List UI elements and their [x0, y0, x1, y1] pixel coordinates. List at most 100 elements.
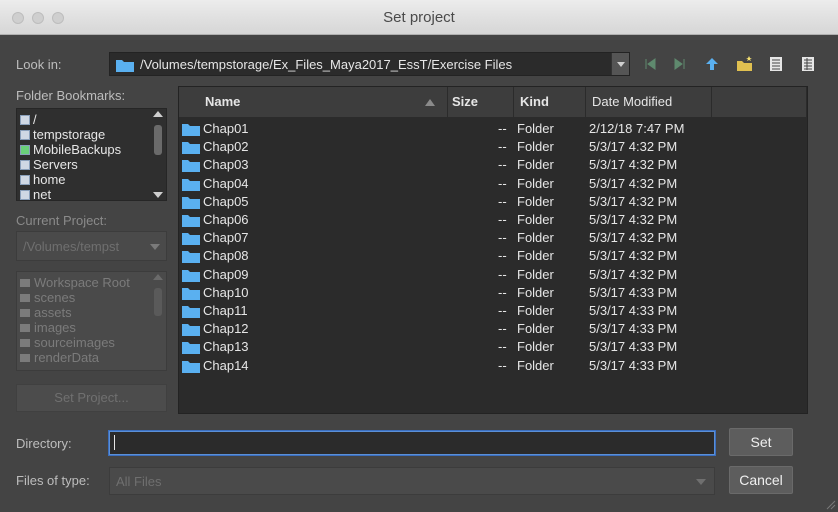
file-size: -- — [498, 248, 507, 264]
file-date-modified: 5/3/17 4:32 PM — [589, 157, 678, 173]
file-row[interactable]: Chap06 -- Folder 5/3/17 4:32 PM — [179, 211, 807, 229]
file-date-modified: 5/3/17 4:32 PM — [589, 266, 678, 282]
column-header-kind[interactable]: Kind — [514, 87, 586, 117]
look-in-dropdown-arrow[interactable] — [611, 53, 629, 75]
file-list[interactable]: Name Size Kind Date Modified Chap01 -- Fol… — [178, 86, 808, 414]
files-of-type-label: Files of type: — [16, 473, 90, 488]
file-size: -- — [498, 357, 507, 373]
folder-icon — [20, 278, 30, 287]
file-row[interactable]: Chap12 -- Folder 5/3/17 4:33 PM — [179, 320, 807, 338]
current-project-value: /Volumes/tempst — [23, 239, 120, 254]
bookmark-item[interactable]: net — [17, 187, 166, 200]
file-size: -- — [498, 321, 507, 337]
folder-icon — [182, 306, 200, 318]
file-size: -- — [498, 193, 507, 209]
file-kind: Folder — [517, 321, 554, 337]
file-size: -- — [498, 339, 507, 355]
chevron-down-icon — [150, 244, 160, 250]
bookmark-label: / — [33, 112, 37, 127]
folder-icon — [182, 324, 200, 337]
bookmark-label: home — [33, 172, 66, 187]
file-size: -- — [498, 121, 507, 136]
folder-icon — [182, 269, 200, 282]
workspace-item: Workspace Root — [17, 275, 166, 290]
file-row[interactable]: Chap11 -- Folder 5/3/17 4:33 PM — [179, 302, 807, 320]
bookmark-item[interactable]: / — [17, 112, 166, 127]
file-name: Chap11 — [203, 303, 248, 318]
file-name: Chap14 — [203, 357, 249, 373]
file-kind: Folder — [517, 339, 554, 355]
workspace-item-label: renderData — [34, 350, 100, 365]
file-date-modified: 5/3/17 4:33 PM — [589, 357, 678, 373]
file-row[interactable]: Chap09 -- Folder 5/3/17 4:32 PM — [179, 266, 807, 284]
file-row[interactable]: Chap14 -- Folder 5/3/17 4:33 PM — [179, 357, 807, 375]
files-of-type-value: All Files — [116, 474, 162, 489]
file-date-modified: 5/3/17 4:33 PM — [589, 339, 678, 355]
file-kind: Folder — [517, 230, 554, 246]
look-in-label: Look in: — [16, 57, 62, 72]
bookmark-item[interactable]: home — [17, 172, 166, 187]
folder-icon — [20, 293, 30, 302]
file-date-modified: 5/3/17 4:33 PM — [589, 321, 678, 337]
scroll-up-icon — [153, 274, 163, 280]
bookmarks-scrollbar[interactable] — [152, 111, 164, 198]
file-row[interactable]: Chap07 -- Folder 5/3/17 4:32 PM — [179, 229, 807, 247]
parent-directory-icon[interactable] — [702, 54, 722, 74]
backup-drive-icon — [20, 144, 30, 155]
bookmark-item[interactable]: tempstorage — [17, 127, 166, 142]
file-row[interactable]: Chap03 -- Folder 5/3/17 4:32 PM — [179, 156, 807, 174]
resize-grip-icon[interactable] — [824, 498, 836, 510]
file-kind: Folder — [517, 248, 554, 264]
scroll-thumb[interactable] — [154, 125, 162, 155]
look-in-path: /Volumes/tempstorage/Ex_Files_Maya2017_E… — [140, 57, 513, 72]
forward-icon[interactable] — [670, 54, 690, 74]
file-kind: Folder — [517, 121, 554, 136]
set-project-button: Set Project... — [16, 384, 167, 412]
file-name: Chap07 — [203, 230, 249, 246]
bookmark-item[interactable]: MobileBackups — [17, 142, 166, 157]
folder-icon — [182, 360, 200, 373]
set-button[interactable]: Set — [729, 428, 793, 456]
drive-icon — [20, 129, 30, 140]
cancel-button[interactable]: Cancel — [729, 466, 793, 494]
file-name: Chap01 — [203, 121, 249, 136]
workspace-item-label: images — [34, 320, 76, 335]
file-size: -- — [498, 284, 507, 300]
file-row[interactable]: Chap08 -- Folder 5/3/17 4:32 PM — [179, 247, 807, 265]
scroll-down-icon[interactable] — [153, 192, 163, 198]
file-row[interactable]: Chap05 -- Folder 5/3/17 4:32 PM — [179, 193, 807, 211]
file-row[interactable]: Chap01 -- Folder 2/12/18 7:47 PM — [179, 120, 807, 138]
look-in-combo[interactable]: /Volumes/tempstorage/Ex_Files_Maya2017_E… — [109, 52, 630, 76]
new-folder-icon[interactable] — [735, 54, 755, 74]
column-header-name[interactable]: Name — [179, 87, 448, 117]
column-header-spacer — [712, 87, 807, 117]
file-size: -- — [498, 139, 507, 155]
file-name: Chap09 — [203, 266, 249, 282]
column-header-date-modified[interactable]: Date Modified — [586, 87, 712, 117]
workspace-item: scenes — [17, 290, 166, 305]
workspace-item-label: sourceimages — [34, 335, 115, 350]
file-row[interactable]: Chap10 -- Folder 5/3/17 4:33 PM — [179, 284, 807, 302]
detail-view-icon[interactable] — [798, 54, 818, 74]
column-header-size[interactable]: Size — [448, 87, 514, 117]
list-view-icon[interactable] — [766, 54, 786, 74]
workspace-item: renderData — [17, 350, 166, 365]
directory-label: Directory: — [16, 436, 72, 451]
file-size: -- — [498, 212, 507, 227]
file-row[interactable]: Chap04 -- Folder 5/3/17 4:32 PM — [179, 175, 807, 193]
directory-input[interactable] — [109, 431, 715, 455]
file-size: -- — [498, 157, 507, 173]
folder-bookmarks-list[interactable]: / tempstorage MobileBackups Servers home… — [16, 108, 167, 201]
workspace-list: Workspace Root scenes assets images sour… — [16, 271, 167, 371]
home-icon — [20, 174, 30, 185]
file-date-modified: 5/3/17 4:32 PM — [589, 230, 678, 246]
scroll-up-icon[interactable] — [153, 111, 163, 117]
file-row[interactable]: Chap13 -- Folder 5/3/17 4:33 PM — [179, 338, 807, 356]
bookmark-item[interactable]: Servers — [17, 157, 166, 172]
file-name: Chap06 — [203, 212, 249, 227]
file-row[interactable]: Chap02 -- Folder 5/3/17 4:32 PM — [179, 138, 807, 156]
file-kind: Folder — [517, 266, 554, 282]
back-icon[interactable] — [640, 54, 660, 74]
folder-icon — [182, 124, 200, 136]
file-kind: Folder — [517, 193, 554, 209]
